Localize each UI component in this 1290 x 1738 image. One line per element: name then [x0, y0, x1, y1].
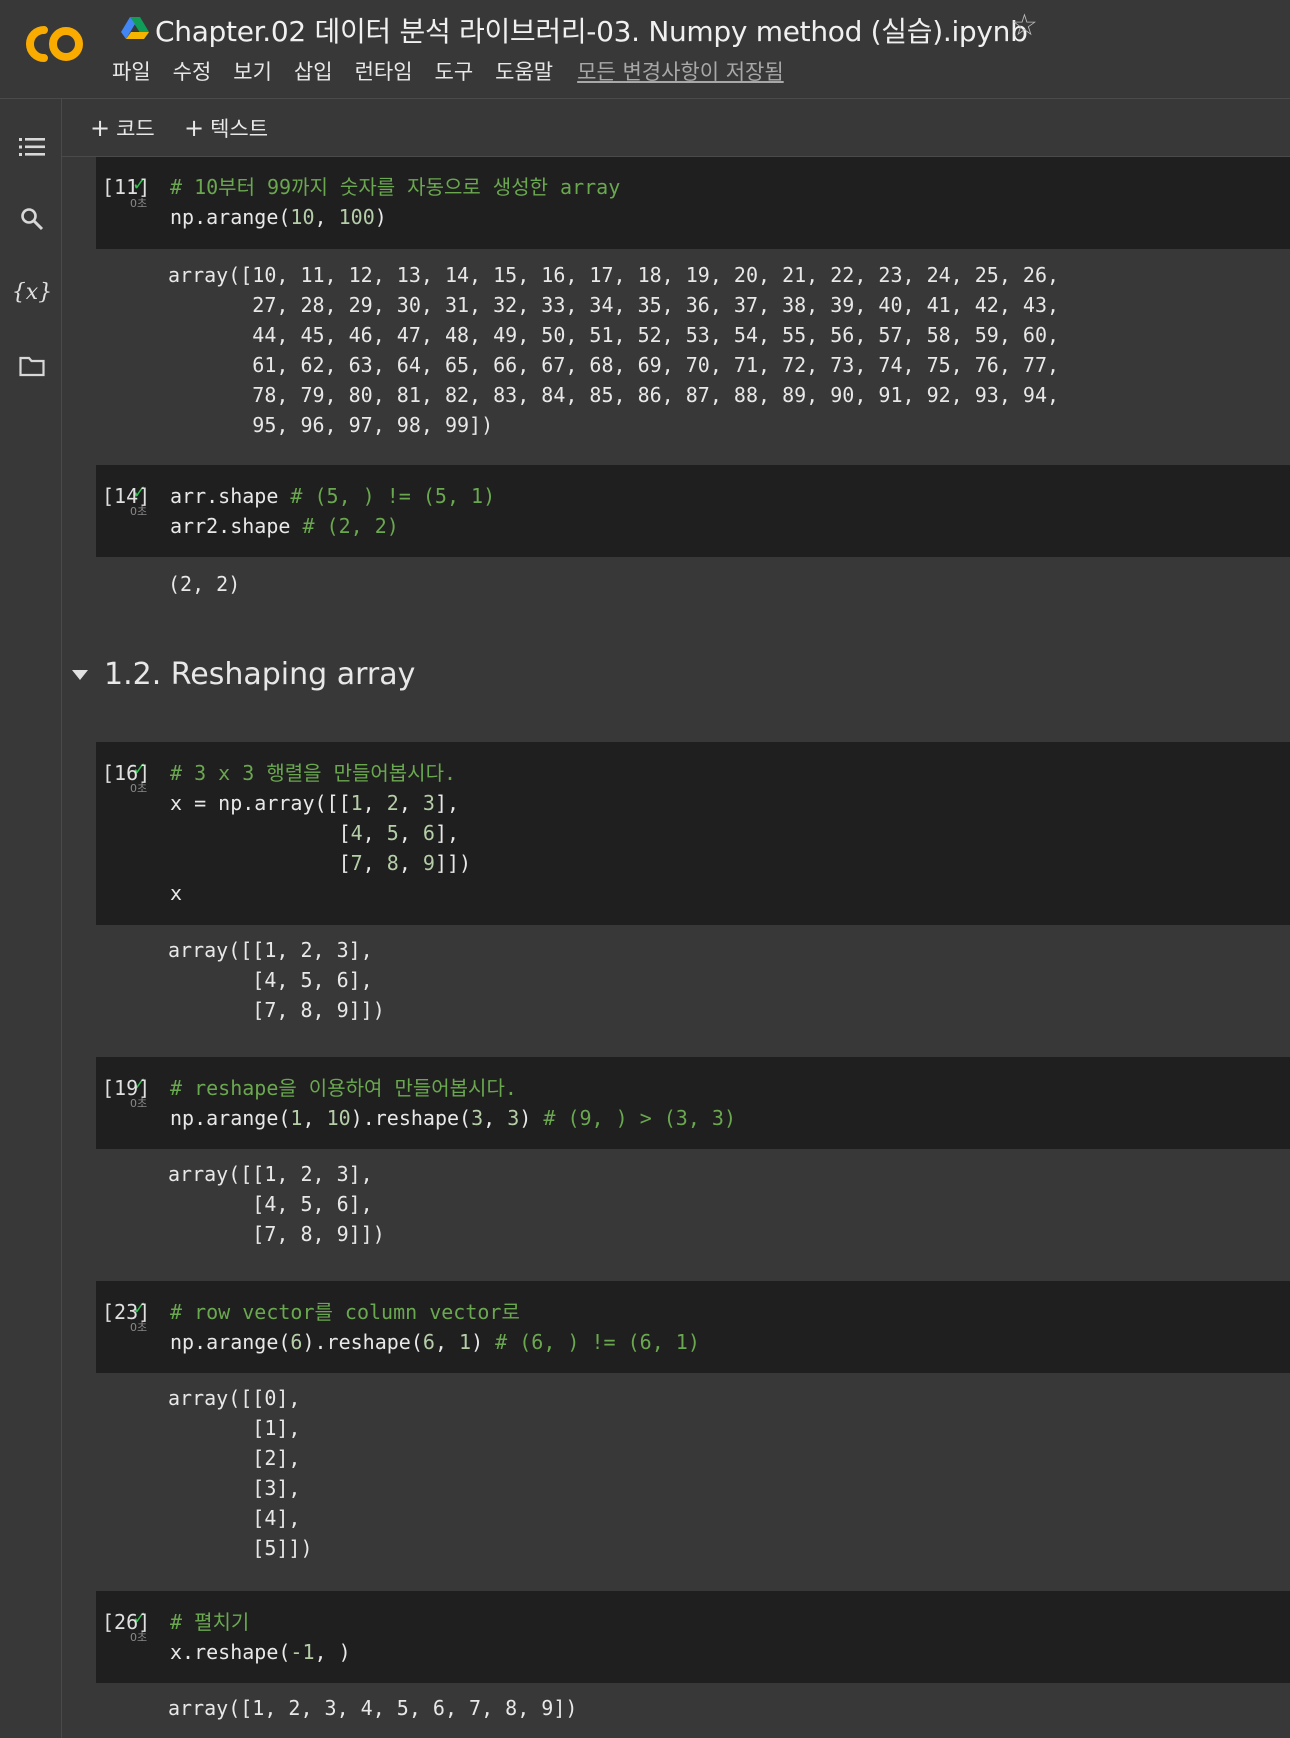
output-line: array([[1, 2, 3], [168, 1162, 373, 1186]
output-line: array([10, 11, 12, 13, 14, 15, 16, 17, 1… [168, 263, 1060, 287]
section-title: 1.2. Reshaping array [104, 657, 416, 692]
menu-insert[interactable]: 삽입 [294, 56, 333, 86]
menu-runtime[interactable]: 런타임 [355, 56, 413, 86]
menu-bar: 파일 수정 보기 삽입 런타임 도구 도움말 모든 변경사항이 저장됨 [112, 56, 784, 86]
output-line: array([[1, 2, 3], [168, 938, 373, 962]
output-line: [7, 8, 9]]) [168, 998, 385, 1022]
code-comment: # 10부터 99까지 숫자를 자동으로 생성한 array [170, 175, 621, 199]
code-line: np.arange(1, 10).reshape(3, 3) # (9, ) >… [170, 1106, 737, 1130]
header: Chapter.02 데이터 분석 라이브러리-03. Numpy method… [0, 0, 1290, 99]
code-line: [4, 5, 6], [170, 821, 460, 845]
exec-count: [16] [102, 761, 151, 785]
output-line: 27, 28, 29, 30, 31, 32, 33, 34, 35, 36, … [168, 293, 1060, 317]
code-comment: # row vector를 column vector로 [170, 1300, 520, 1324]
exec-count: [14] [102, 484, 151, 508]
add-text-button[interactable]: + 텍스트 [184, 113, 268, 143]
menu-edit[interactable]: 수정 [173, 56, 212, 86]
code-text[interactable]: # 10부터 99까지 숫자를 자동으로 생성한 array np.arange… [170, 172, 620, 232]
add-text-label: 텍스트 [210, 117, 269, 141]
code-line: x [170, 881, 183, 905]
save-status-link[interactable]: 모든 변경사항이 저장됨 [577, 56, 784, 86]
code-line: x.reshape(-1, ) [170, 1640, 351, 1664]
notebook-title[interactable]: Chapter.02 데이터 분석 라이브러리-03. Numpy method… [155, 10, 1028, 50]
star-icon[interactable]: ☆ [1011, 8, 1038, 43]
cell-output: array([10, 11, 12, 13, 14, 15, 16, 17, 1… [168, 260, 1059, 440]
output-line: [7, 8, 9]]) [168, 1222, 385, 1246]
folder-icon[interactable] [17, 351, 47, 381]
code-line: arr.shape # (5, ) != (5, 1) [170, 484, 496, 508]
add-code-button[interactable]: + 코드 [90, 113, 155, 143]
section-heading[interactable]: 1.2. Reshaping array [72, 657, 415, 692]
left-rail: {x} [0, 99, 62, 1738]
output-line: 44, 45, 46, 47, 48, 49, 50, 51, 52, 53, … [168, 323, 1060, 347]
output-line: [2], [168, 1446, 301, 1470]
output-line: [5]]) [168, 1536, 313, 1560]
exec-count: [19] [102, 1076, 151, 1100]
collapse-arrow-icon[interactable] [72, 669, 88, 680]
menu-help[interactable]: 도움말 [495, 56, 553, 86]
output-line: array([[0], [168, 1386, 301, 1410]
menu-view[interactable]: 보기 [233, 56, 272, 86]
cell-output: array([[1, 2, 3], [4, 5, 6], [7, 8, 9]]) [168, 1159, 385, 1249]
variables-icon[interactable]: {x} [12, 277, 52, 307]
code-line: arr2.shape # (2, 2) [170, 514, 399, 538]
code-line: np.arange(6).reshape(6, 1) # (6, ) != (6… [170, 1330, 700, 1354]
output-line: 95, 96, 97, 98, 99]) [168, 413, 494, 437]
plus-icon: + [90, 114, 111, 142]
code-text[interactable]: # 3 x 3 행렬을 만들어봅시다. x = np.array([[1, 2,… [170, 758, 471, 908]
colab-logo[interactable] [22, 24, 88, 64]
plus-icon: + [184, 114, 205, 142]
cell-output: array([[0], [1], [2], [3], [4], [5]]) [168, 1383, 313, 1563]
exec-count: [26] [102, 1610, 151, 1634]
toc-icon[interactable] [17, 132, 47, 162]
cell-output: array([[1, 2, 3], [4, 5, 6], [7, 8, 9]]) [168, 935, 385, 1025]
cell-output: array([1, 2, 3, 4, 5, 6, 7, 8, 9]) [168, 1696, 578, 1720]
google-drive-icon[interactable] [121, 16, 149, 40]
menu-tools[interactable]: 도구 [435, 56, 474, 86]
code-text[interactable]: # reshape을 이용하여 만들어봅시다. np.arange(1, 10)… [170, 1073, 736, 1133]
output-line: [4], [168, 1506, 301, 1530]
exec-count: [11] [102, 175, 151, 199]
code-comment: # 3 x 3 행렬을 만들어봅시다. [170, 761, 457, 785]
output-line: 78, 79, 80, 81, 82, 83, 84, 85, 86, 87, … [168, 383, 1060, 407]
notebook-content: ✓ 0초 [11] # 10부터 99까지 숫자를 자동으로 생성한 array… [62, 157, 1290, 1738]
code-text[interactable]: # row vector를 column vector로 np.arange(6… [170, 1297, 700, 1357]
exec-count: [23] [102, 1300, 151, 1324]
code-comment: # reshape을 이용하여 만들어봅시다. [170, 1076, 517, 1100]
search-icon[interactable] [17, 204, 47, 234]
menu-file[interactable]: 파일 [112, 56, 151, 86]
output-line: [4, 5, 6], [168, 1192, 373, 1216]
code-comment: # 펼치기 [170, 1610, 250, 1634]
code-line: [7, 8, 9]]) [170, 851, 472, 875]
output-line: [4, 5, 6], [168, 968, 373, 992]
code-line: np.arange(10, 100) [170, 205, 387, 229]
cell-output: (2, 2) [168, 572, 241, 596]
output-line: 61, 62, 63, 64, 65, 66, 67, 68, 69, 70, … [168, 353, 1060, 377]
code-line: x = np.array([[1, 2, 3], [170, 791, 460, 815]
code-text[interactable]: arr.shape # (5, ) != (5, 1) arr2.shape #… [170, 481, 495, 541]
output-line: [3], [168, 1476, 301, 1500]
code-text[interactable]: # 펼치기 x.reshape(-1, ) [170, 1607, 351, 1667]
add-code-label: 코드 [116, 117, 155, 141]
toolbar: + 코드 + 텍스트 [62, 99, 1290, 157]
output-line: [1], [168, 1416, 301, 1440]
